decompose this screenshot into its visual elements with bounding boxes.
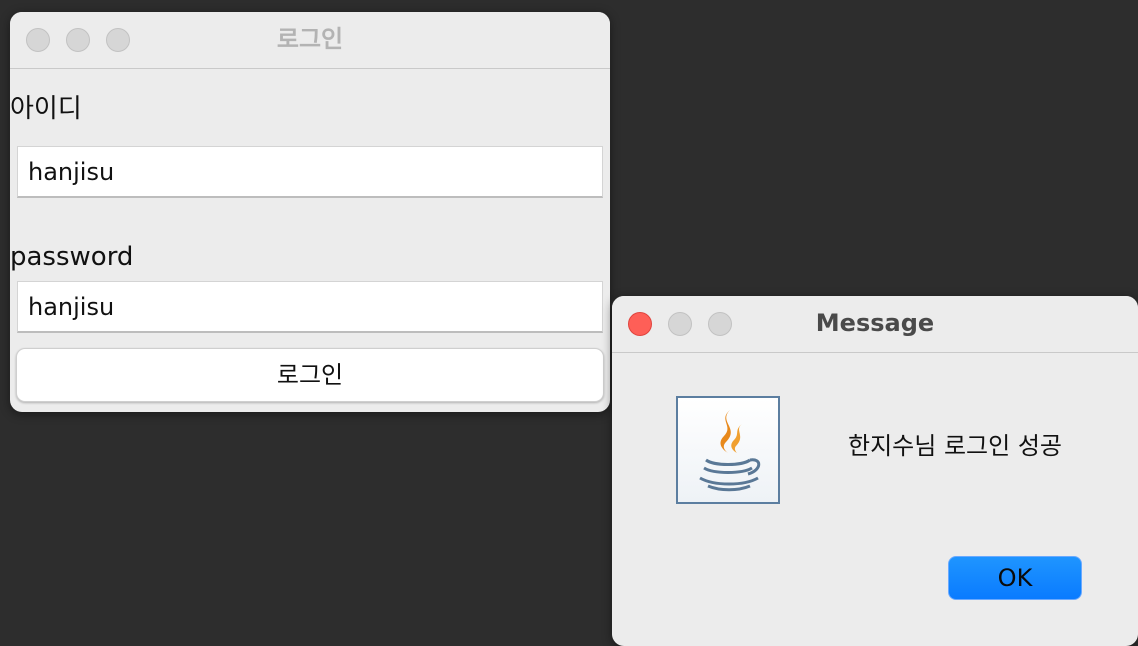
- login-titlebar[interactable]: 로그인: [10, 12, 610, 69]
- id-label: 아이디: [10, 94, 82, 124]
- message-text: 한지수님 로그인 성공: [848, 432, 1062, 460]
- ok-button[interactable]: OK: [948, 556, 1082, 600]
- dialog-title: Message: [815, 309, 935, 337]
- login-window: 로그인 아이디 password 로그인: [10, 12, 610, 412]
- java-icon: [676, 396, 780, 504]
- password-input[interactable]: [17, 281, 603, 333]
- id-input[interactable]: [17, 146, 603, 198]
- window-title: 로그인: [276, 25, 344, 53]
- message-dialog: Message 한지수님 로그인 성공 OK: [612, 296, 1138, 646]
- message-titlebar[interactable]: Message: [612, 296, 1138, 353]
- password-label: password: [10, 242, 134, 272]
- login-button[interactable]: 로그인: [16, 348, 604, 402]
